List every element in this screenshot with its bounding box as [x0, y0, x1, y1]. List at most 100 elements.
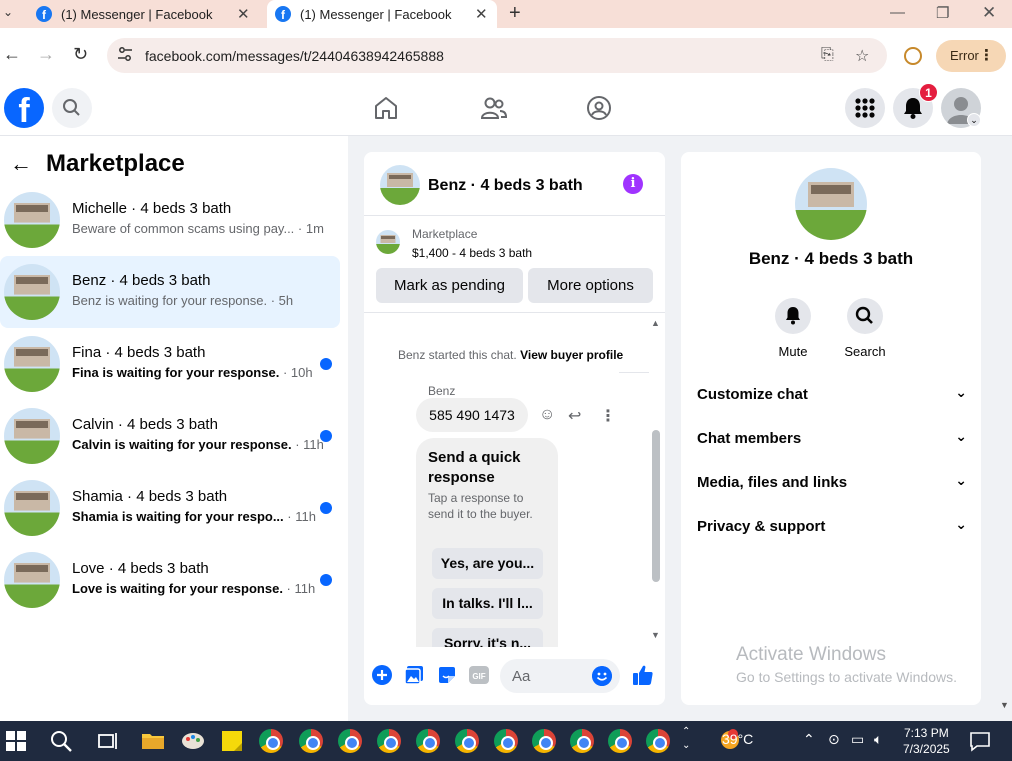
photo-gallery-icon[interactable]	[404, 665, 424, 685]
back-icon[interactable]: ←	[3, 44, 21, 65]
url-text: facebook.com/messages/t/2440463894246588…	[145, 48, 444, 64]
thumbs-up-icon[interactable]	[632, 664, 654, 686]
meet-now-icon[interactable]: ⊙	[828, 731, 840, 748]
chrome-icon[interactable]	[259, 729, 283, 753]
conversation-item[interactable]: Benz · 4 beds 3 bath Benz is waiting for …	[0, 256, 340, 328]
back-arrow-icon[interactable]: ←	[10, 151, 32, 177]
friends-icon[interactable]	[480, 95, 508, 121]
emoji-icon[interactable]	[592, 666, 612, 686]
site-settings-icon[interactable]	[117, 46, 133, 62]
more-actions-icon[interactable]: ⋮	[600, 406, 616, 426]
facebook-logo[interactable]: f	[4, 88, 44, 128]
home-icon[interactable]	[373, 95, 399, 121]
privacy-support-section[interactable]: Privacy & support ⌄	[697, 516, 967, 542]
task-view-icon[interactable]	[96, 729, 120, 753]
paint-app-icon[interactable]	[181, 729, 205, 753]
listing-thumbnail	[4, 408, 60, 464]
profile-icon[interactable]	[904, 47, 922, 65]
preview-time: · 1m	[294, 221, 324, 236]
chrome-icon[interactable]	[494, 729, 518, 753]
info-icon[interactable]: i	[623, 174, 643, 194]
react-smiley-icon[interactable]: ☺	[539, 406, 555, 424]
listing-price[interactable]: $1,400 - 4 beds 3 bath	[412, 246, 532, 260]
reply-icon[interactable]: ↩	[568, 406, 581, 426]
message-input[interactable]: Aa	[500, 659, 620, 693]
conversation-item[interactable]: Michelle · 4 beds 3 bath Beware of common…	[0, 184, 340, 256]
thread-scrollbar[interactable]: ▲ ▼	[651, 318, 661, 643]
close-tab-icon[interactable]: ✕	[475, 5, 488, 23]
close-window-icon[interactable]: ✕	[982, 3, 996, 23]
mute-button[interactable]: Mute	[763, 298, 823, 359]
unread-dot	[320, 430, 332, 442]
page-scroll-down-icon[interactable]: ▼	[1000, 700, 1009, 710]
close-tab-icon[interactable]: ✕	[237, 5, 250, 23]
scrollbar-thumb[interactable]	[652, 430, 660, 582]
menu-button[interactable]	[845, 88, 885, 128]
view-buyer-profile-link[interactable]: View buyer profile	[520, 348, 623, 362]
chrome-icon[interactable]	[532, 729, 556, 753]
chrome-icon[interactable]	[377, 729, 401, 753]
quick-reply-option[interactable]: In talks. I'll l...	[432, 588, 543, 619]
browser-tab-2-active[interactable]: f (1) Messenger | Facebook ✕	[267, 0, 497, 28]
listing-thumbnail[interactable]	[380, 165, 420, 205]
chrome-icon[interactable]	[608, 729, 632, 753]
forward-icon[interactable]: →	[37, 44, 55, 65]
chrome-icon[interactable]	[416, 729, 440, 753]
customize-chat-section[interactable]: Customize chat ⌄	[697, 384, 967, 410]
file-explorer-icon[interactable]	[141, 729, 165, 753]
plus-circle-icon[interactable]	[372, 665, 392, 685]
chrome-icon[interactable]	[338, 729, 362, 753]
quick-reply-option[interactable]: Sorry, it's n...	[432, 628, 543, 647]
browser-tab-1[interactable]: f (1) Messenger | Facebook ✕	[28, 0, 262, 28]
search-button[interactable]	[52, 88, 92, 128]
system-clock[interactable]: 7:13 PM 7/3/2025	[903, 725, 950, 757]
temperature[interactable]: 39°C	[722, 731, 753, 747]
url-bar[interactable]: facebook.com/messages/t/2440463894246588…	[107, 38, 887, 73]
new-tab-icon[interactable]: +	[509, 2, 521, 25]
conversation-name: Calvin · 4 beds 3 bath	[72, 416, 218, 433]
bookmark-star-icon[interactable]: ☆	[855, 46, 869, 66]
details-title[interactable]: Benz · 4 beds 3 bath	[681, 249, 981, 269]
listing-thumbnail	[4, 480, 60, 536]
scroll-up-icon[interactable]: ▲	[651, 318, 660, 328]
media-files-links-section[interactable]: Media, files and links ⌄	[697, 472, 967, 498]
minimize-icon[interactable]: —	[890, 4, 905, 21]
listing-small-thumbnail	[376, 230, 400, 254]
account-chevron-down-icon[interactable]: ⌄	[967, 113, 981, 127]
more-options-button[interactable]: More options	[528, 268, 653, 303]
tab-title: (1) Messenger | Facebook	[300, 6, 452, 22]
chat-members-section[interactable]: Chat members ⌄	[697, 428, 967, 454]
message-bubble[interactable]: 585 490 1473	[416, 398, 528, 432]
mark-as-pending-button[interactable]: Mark as pending	[376, 268, 523, 303]
show-hidden-icons-icon[interactable]: ⌃	[803, 731, 815, 748]
conversation-item[interactable]: Fina · 4 beds 3 bath Fina is waiting for …	[0, 328, 340, 400]
conversation-item[interactable]: Calvin · 4 beds 3 bath Calvin is waiting …	[0, 400, 340, 472]
listing-large-thumbnail[interactable]	[795, 168, 867, 240]
marketplace-label: Marketplace	[412, 227, 478, 241]
error-menu-button[interactable]: Error ⋮	[936, 40, 1006, 72]
install-app-icon[interactable]: ⎘	[821, 46, 834, 64]
volume-icon[interactable]: 🔈︎	[874, 731, 882, 748]
quick-reply-option[interactable]: Yes, are you...	[432, 548, 543, 579]
chrome-icon[interactable]	[455, 729, 479, 753]
tab-search-icon[interactable]: ⌄	[3, 5, 13, 19]
conversation-item[interactable]: Love · 4 beds 3 bath Love is waiting for …	[0, 544, 340, 616]
search-in-chat-button[interactable]: Search	[835, 298, 895, 359]
groups-icon[interactable]	[586, 95, 612, 121]
windows-start-icon[interactable]	[4, 729, 28, 753]
gif-icon[interactable]: GIF	[468, 665, 490, 685]
network-icon[interactable]: ▭	[851, 731, 864, 748]
sticker-icon[interactable]	[437, 665, 457, 685]
scroll-down-icon[interactable]: ▼	[651, 630, 660, 640]
taskbar-scroll-icon[interactable]: ⌃ ⌄	[682, 725, 690, 753]
conversation-item[interactable]: Shamia · 4 beds 3 bath Shamia is waiting …	[0, 472, 340, 544]
chrome-icon[interactable]	[299, 729, 323, 753]
chat-title[interactable]: Benz · 4 beds 3 bath	[428, 177, 583, 195]
chrome-icon[interactable]	[646, 729, 670, 753]
sticky-notes-icon[interactable]	[220, 729, 244, 753]
search-icon[interactable]	[49, 729, 73, 753]
chrome-icon[interactable]	[570, 729, 594, 753]
notification-center-icon[interactable]	[968, 729, 992, 753]
maximize-icon[interactable]: ❐	[936, 4, 949, 22]
reload-icon[interactable]: ↻	[73, 44, 88, 65]
